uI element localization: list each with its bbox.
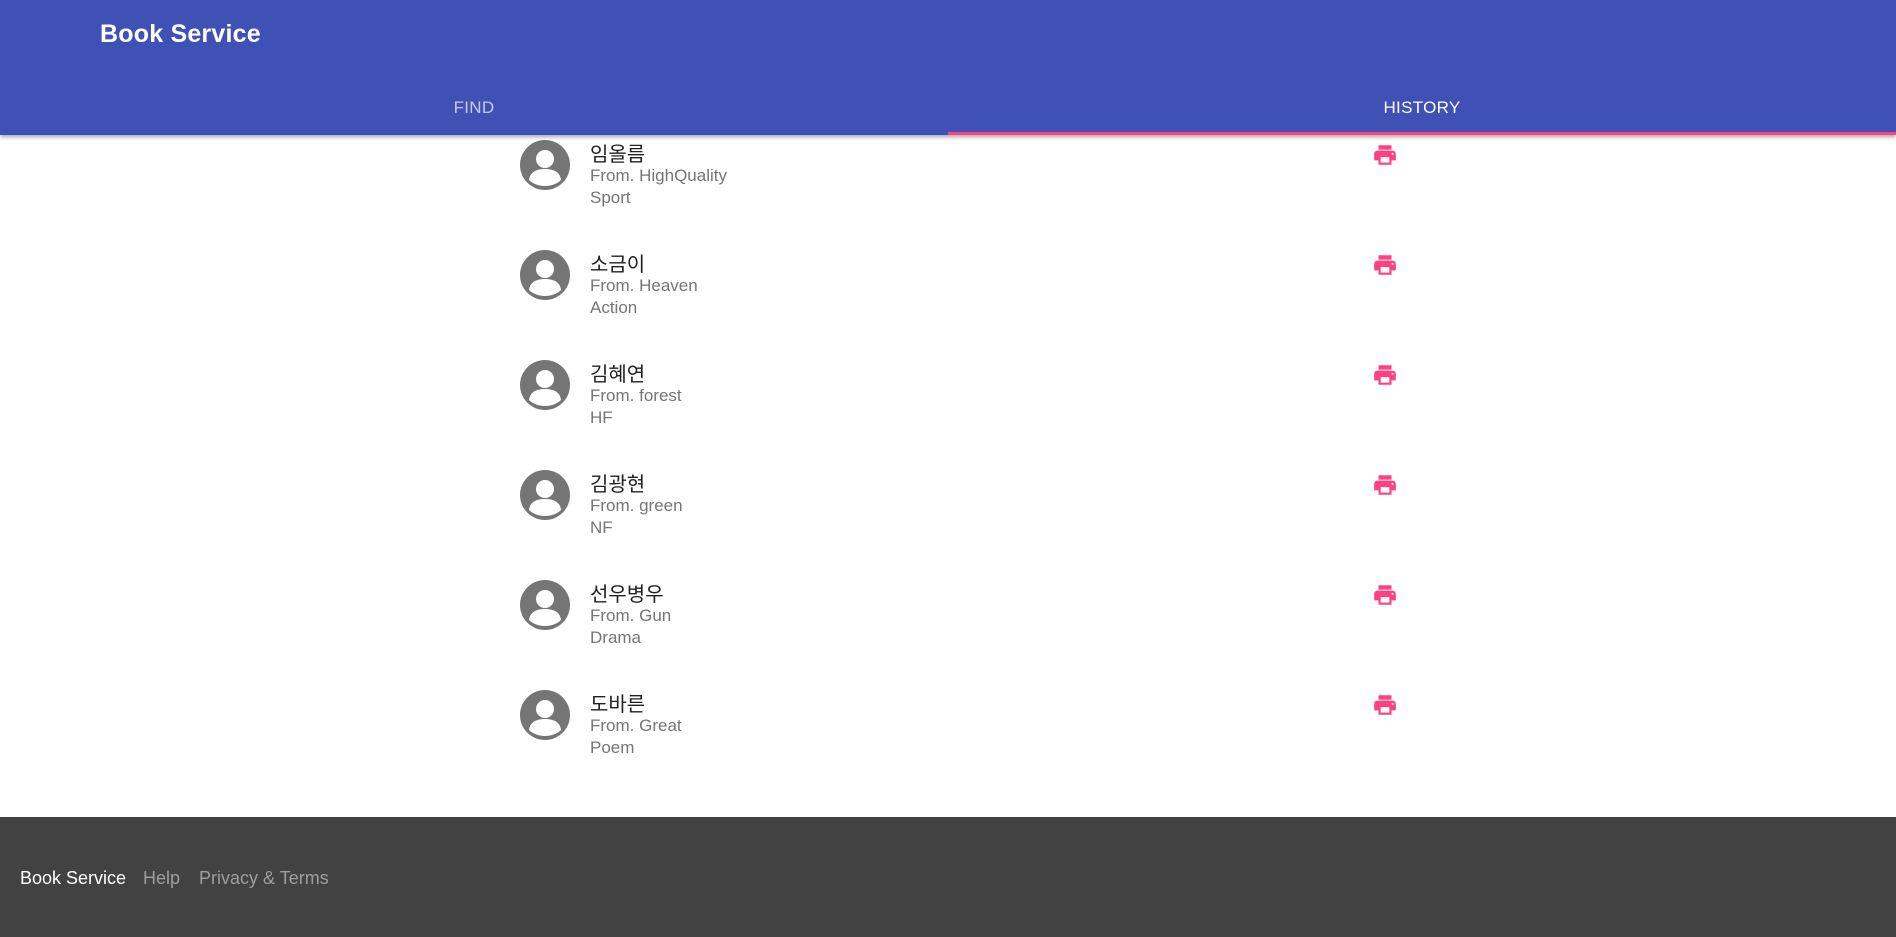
item-genre: HF	[590, 408, 613, 427]
print-button[interactable]	[1370, 250, 1400, 280]
item-from: From. Great	[590, 716, 682, 735]
tab-find[interactable]: FIND	[0, 84, 948, 135]
print-icon	[1374, 365, 1396, 385]
item-genre: NF	[590, 518, 613, 537]
footer-logo[interactable]: Book Service	[20, 868, 126, 889]
footer-link-privacy-terms[interactable]: Privacy & Terms	[199, 868, 329, 889]
tab-find-label: FIND	[453, 97, 495, 117]
print-button[interactable]	[1370, 140, 1400, 170]
item-name: 도바른	[590, 692, 646, 716]
list-item: 선우병우 From. Gun Drama	[0, 575, 1896, 685]
tab-history[interactable]: HISTORY	[948, 84, 1896, 135]
account-circle-icon	[520, 360, 570, 410]
print-button[interactable]	[1370, 580, 1400, 610]
list-item: 김혜연 From. forest HF	[0, 355, 1896, 465]
item-from: From. Gun	[590, 606, 672, 625]
item-from: From. HighQuality	[590, 166, 727, 185]
print-button[interactable]	[1370, 360, 1400, 390]
item-name: 소금이	[590, 252, 646, 276]
list-item: 소금이 From. Heaven Action	[0, 245, 1896, 355]
print-icon	[1374, 475, 1396, 495]
item-genre: Action	[590, 298, 638, 317]
print-icon	[1374, 255, 1396, 275]
footer-link-help[interactable]: Help	[143, 868, 180, 889]
item-from: From. Heaven	[590, 276, 698, 295]
print-button[interactable]	[1370, 470, 1400, 500]
list-item: 김광현 From. green NF	[0, 465, 1896, 575]
tab-bar: FIND HISTORY	[0, 84, 1896, 135]
item-genre: Poem	[590, 738, 635, 757]
item-name: 김광현	[590, 472, 646, 496]
print-icon	[1374, 145, 1396, 165]
item-genre: Sport	[590, 188, 631, 207]
account-circle-icon	[520, 580, 570, 630]
footer: Book Service Help Privacy & Terms	[0, 817, 1896, 937]
item-name: 선우병우	[590, 582, 664, 606]
account-circle-icon	[520, 690, 570, 740]
active-tab-indicator	[948, 132, 1896, 135]
app-title: Book Service	[100, 20, 261, 48]
account-circle-icon	[520, 140, 570, 190]
item-from: From. forest	[590, 386, 682, 405]
account-circle-icon	[520, 250, 570, 300]
tab-history-label: HISTORY	[1383, 97, 1461, 117]
item-from: From. green	[590, 496, 683, 515]
list-item: 임올름 From. HighQuality Sport	[0, 135, 1896, 245]
item-genre: Drama	[590, 628, 642, 647]
list-item: 도바른 From. Great Poem	[0, 685, 1896, 795]
app-bar: Book Service FIND HISTORY	[0, 0, 1896, 135]
item-name: 김혜연	[590, 362, 646, 386]
item-name: 임올름	[590, 142, 646, 166]
print-icon	[1374, 585, 1396, 605]
print-icon	[1374, 695, 1396, 715]
print-button[interactable]	[1370, 690, 1400, 720]
account-circle-icon	[520, 470, 570, 520]
